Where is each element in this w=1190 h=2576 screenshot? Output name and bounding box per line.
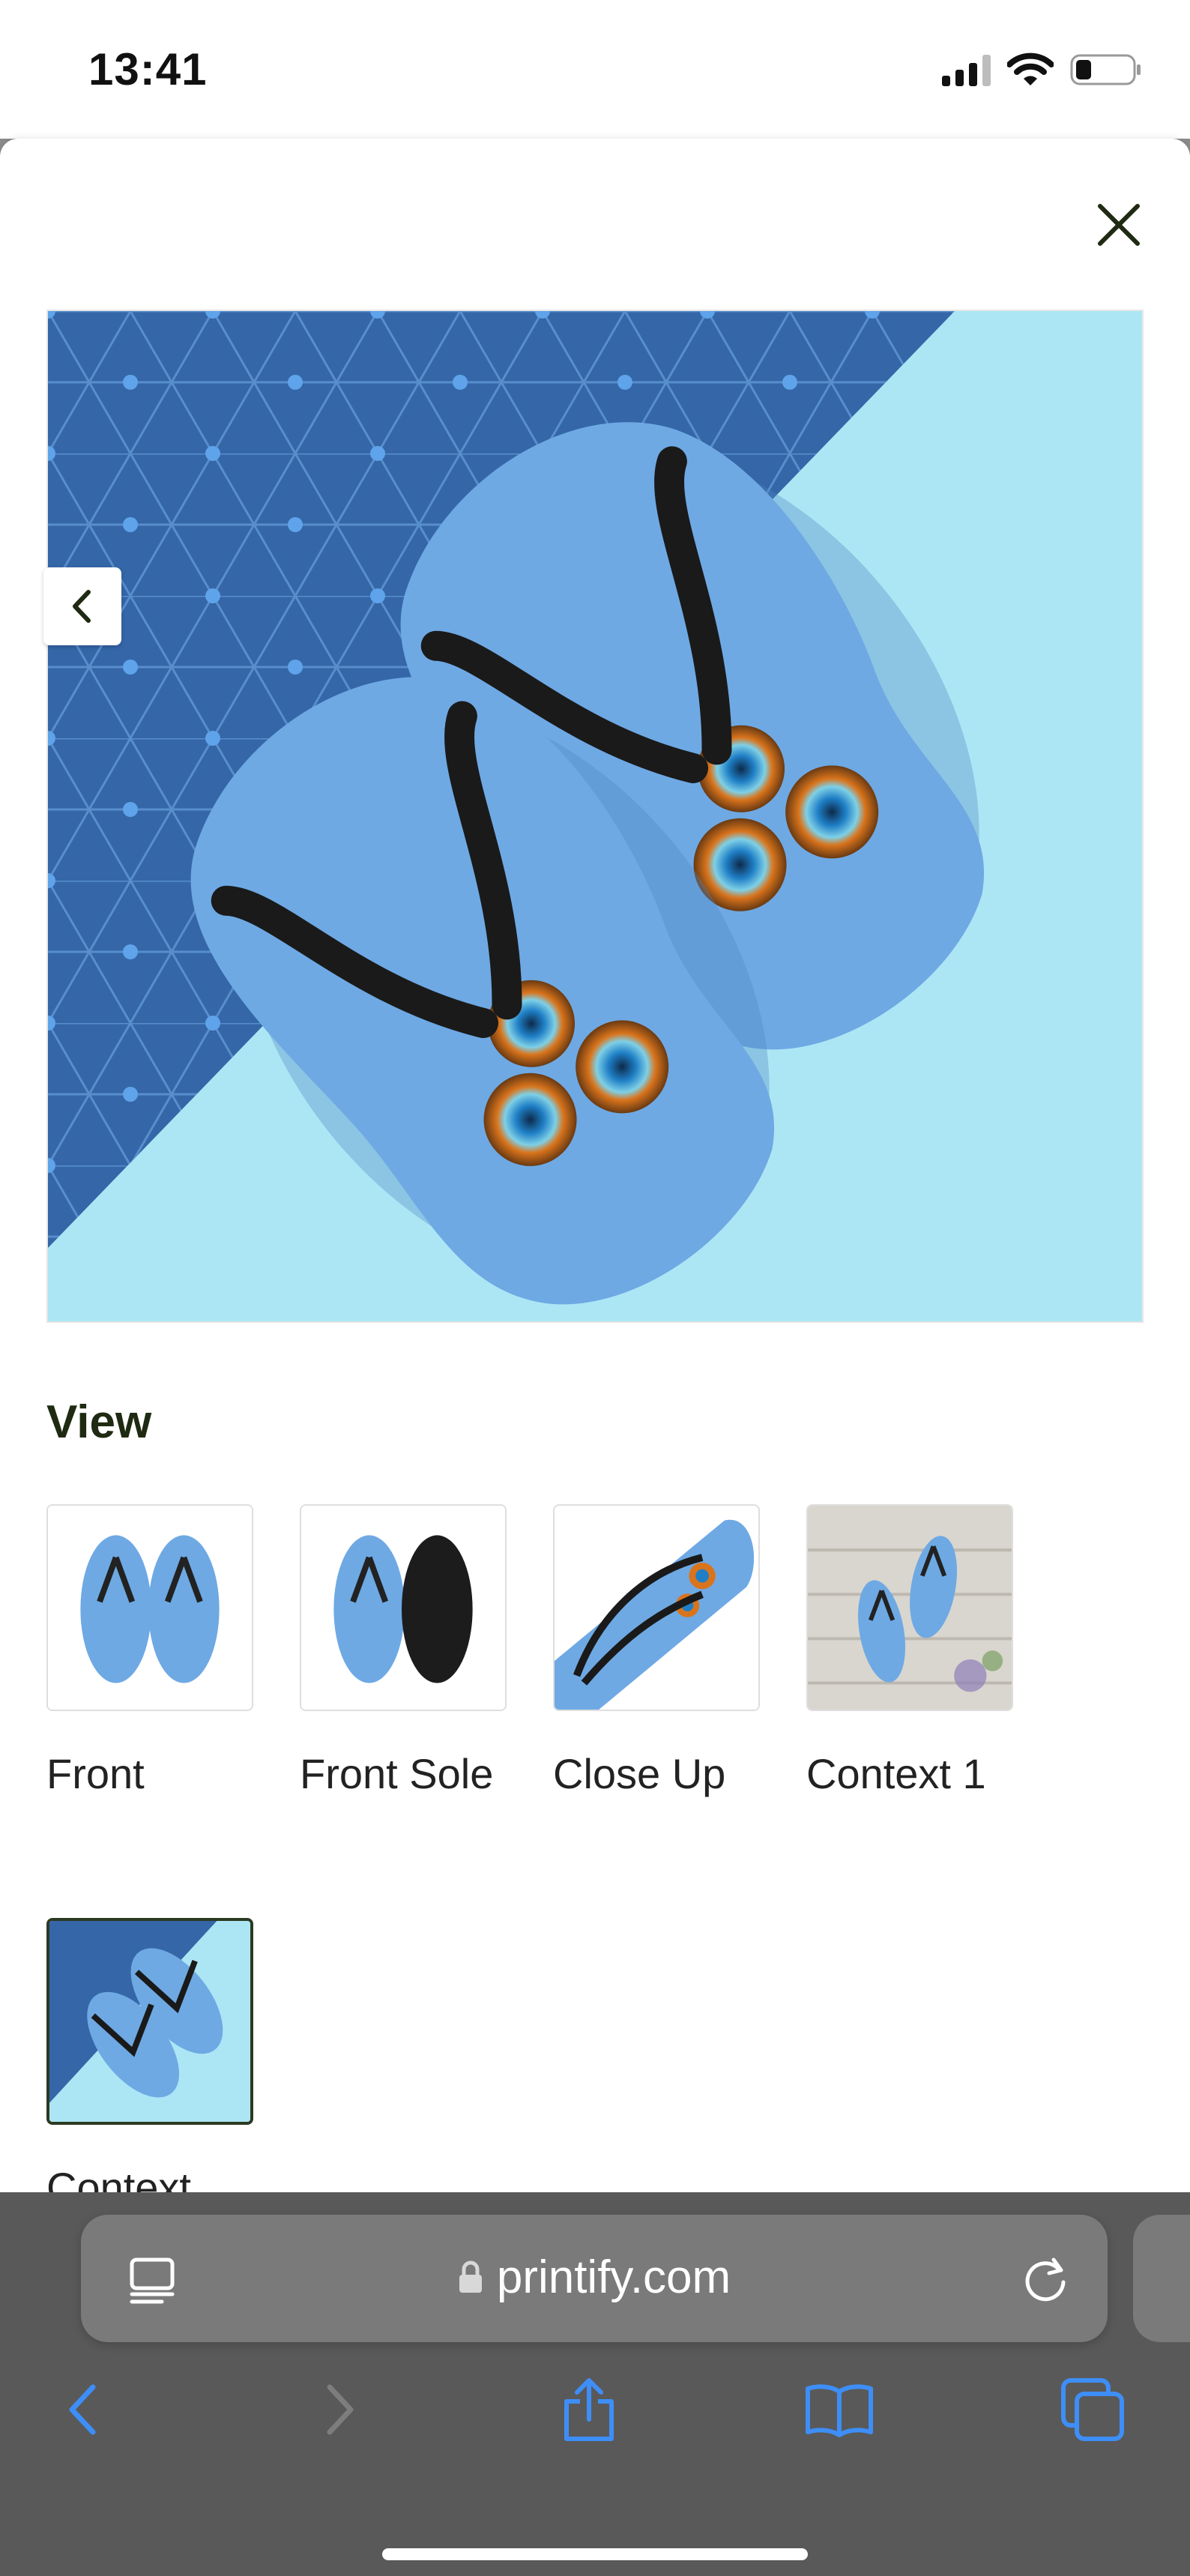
thumbnail-label: Front [46, 1750, 145, 1797]
reload-icon [1025, 2257, 1066, 2302]
thumbnail-image [806, 1504, 1013, 1711]
thumbnail-front[interactable]: Front [46, 1504, 253, 1809]
cellular-signal-icon [942, 53, 991, 86]
share-button[interactable] [544, 2365, 634, 2455]
thumbnail-close-up[interactable]: Close Up [553, 1504, 760, 1809]
share-icon [564, 2378, 614, 2441]
tabs-icon [1061, 2378, 1124, 2441]
close-button[interactable] [1093, 199, 1145, 251]
main-product-image [46, 310, 1144, 1323]
forward-button[interactable] [294, 2365, 384, 2455]
url-text: printify.com [496, 2251, 731, 2303]
thumbnail-context-1[interactable]: Context 1 [806, 1504, 1013, 1809]
battery-icon [1070, 52, 1142, 87]
browser-toolbar [0, 2365, 1190, 2477]
back-button[interactable] [39, 2365, 129, 2455]
status-icons [942, 51, 1142, 88]
url-display: printify.com [81, 2251, 1108, 2304]
forward-arrow-icon [327, 2384, 354, 2435]
chevron-left-icon [73, 590, 91, 623]
address-bar[interactable]: printify.com [81, 2215, 1108, 2342]
thumbnail-label: Close Up [553, 1750, 726, 1797]
browser-bottom-bar: printify.com [0, 2192, 1190, 2576]
thumbnail-image [553, 1504, 760, 1711]
view-heading: View [46, 1396, 152, 1448]
back-arrow-icon [69, 2384, 96, 2435]
wifi-icon [1007, 52, 1054, 87]
thumbnail-label: Context [46, 2164, 191, 2192]
thumbnail-front-sole[interactable]: Front Sole [300, 1504, 507, 1809]
thumbnail-image [300, 1504, 507, 1711]
close-icon [1098, 204, 1140, 246]
thumbnail-image [46, 1504, 253, 1711]
status-time: 13:41 [88, 44, 208, 94]
lock-icon [459, 2260, 482, 2293]
bookmarks-button[interactable] [794, 2365, 884, 2455]
thumbnail-label: Context 1 [806, 1750, 986, 1797]
thumbnail-context[interactable]: Context [46, 1918, 253, 2192]
thumbnail-label: Front Sole [300, 1750, 494, 1797]
bookmarks-icon [806, 2384, 873, 2437]
next-tab-peek[interactable] [1133, 2215, 1190, 2342]
home-indicator [382, 2548, 808, 2560]
status-bar: 13:41 [0, 0, 1190, 139]
tabs-button[interactable] [1048, 2365, 1138, 2455]
thumbnail-image [46, 1918, 253, 2125]
reload-button[interactable] [1021, 2254, 1070, 2307]
product-gallery-modal: View Front Front Sole Close Up Context 1… [0, 139, 1190, 2192]
previous-image-button[interactable] [43, 567, 121, 645]
